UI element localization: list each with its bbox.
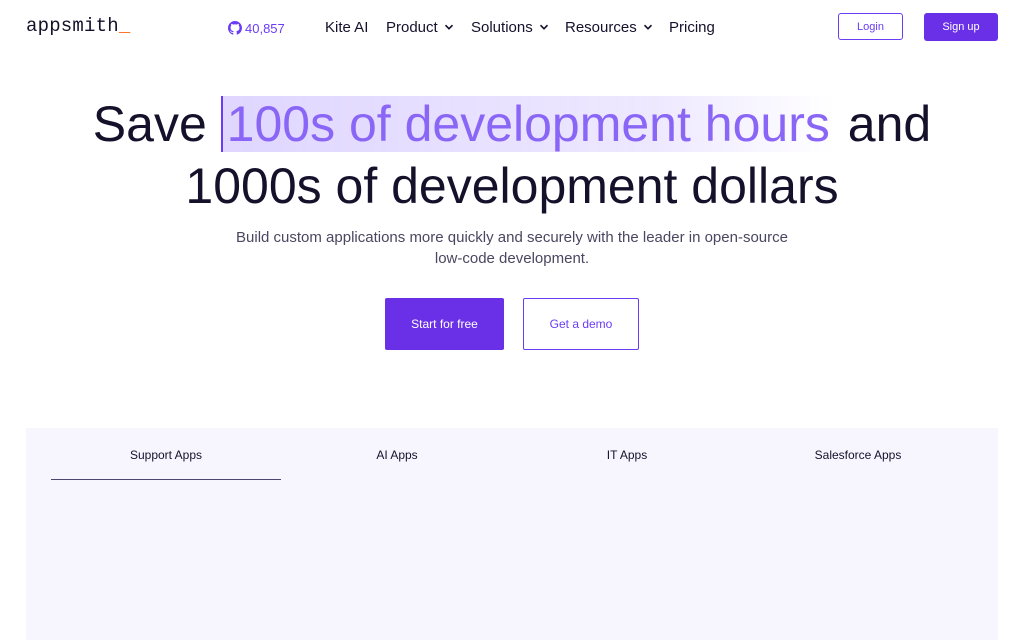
hero-headline-line2: 1000s of development dollars	[185, 158, 839, 214]
tab-salesforce-apps[interactable]: Salesforce Apps	[743, 444, 973, 480]
start-for-free-button[interactable]: Start for free	[385, 298, 504, 350]
tab-support-apps[interactable]: Support Apps	[51, 444, 281, 480]
nav-pricing-label: Pricing	[669, 18, 715, 36]
nav-solutions-label: Solutions	[471, 18, 533, 36]
tab-ai-apps[interactable]: AI Apps	[282, 444, 512, 480]
tab-it-apps[interactable]: IT Apps	[512, 444, 742, 480]
get-a-demo-button[interactable]: Get a demo	[523, 298, 639, 350]
chevron-down-icon	[643, 24, 652, 30]
nav-kite-ai[interactable]: Kite AI	[325, 17, 368, 37]
nav-resources[interactable]: Resources	[565, 17, 653, 37]
logo-text: appsmith	[26, 15, 119, 37]
use-case-panel: Support Apps AI Apps IT Apps Salesforce …	[26, 428, 998, 640]
headline-save: Save	[92, 96, 207, 152]
github-icon	[228, 21, 242, 35]
nav-kite-ai-label: Kite AI	[325, 18, 369, 36]
headline-highlight: 100s of development hours	[220, 96, 834, 152]
hero-headline-line1: Save 100s of development hours and	[0, 93, 1024, 155]
appsmith-logo[interactable]: appsmith_	[26, 15, 130, 37]
signup-button[interactable]: Sign up	[924, 13, 998, 41]
nav-product[interactable]: Product	[386, 17, 454, 37]
hero-subtitle: Build custom applications more quickly a…	[236, 229, 788, 267]
chevron-down-icon	[444, 24, 453, 30]
github-stars-link[interactable]: 40,857	[228, 19, 285, 37]
nav-product-label: Product	[386, 18, 438, 36]
login-button[interactable]: Login	[838, 13, 903, 40]
github-star-count: 40,857	[245, 20, 285, 36]
logo-cursor: _	[118, 15, 131, 37]
headline-and: and	[847, 96, 932, 152]
nav-solutions[interactable]: Solutions	[471, 17, 549, 37]
nav-resources-label: Resources	[565, 18, 637, 36]
chevron-down-icon	[539, 24, 548, 30]
nav-pricing[interactable]: Pricing	[669, 17, 715, 37]
